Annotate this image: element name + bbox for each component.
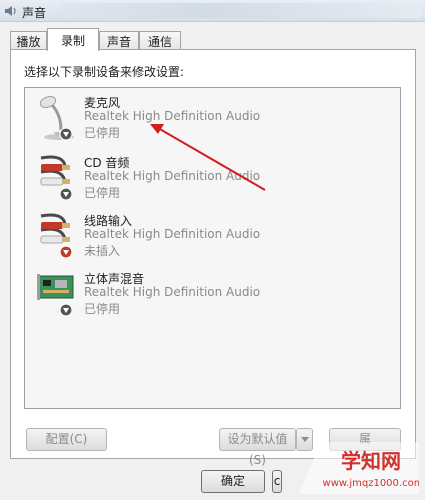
tab-communications[interactable]: 通信 bbox=[139, 31, 181, 50]
recording-panel: 选择以下录制设备来修改设置: 麦克风 Realtek High Definiti… bbox=[10, 49, 416, 467]
device-item-cd-audio[interactable]: CD 音频 Realtek High Definition Audio 已停用 bbox=[25, 152, 395, 210]
ok-button[interactable]: 确定 bbox=[201, 470, 265, 493]
device-status: 未插入 bbox=[84, 244, 121, 258]
speaker-icon bbox=[5, 6, 16, 16]
tab-label: 录制 bbox=[60, 34, 85, 48]
tab-label: 通信 bbox=[147, 35, 172, 49]
watermark-logo: 学知网 www.jmqz1000.com bbox=[299, 442, 419, 494]
title-bar-background bbox=[62, 3, 422, 18]
rca-cable-icon bbox=[40, 213, 73, 259]
device-item-microphone[interactable]: 麦克风 Realtek High Definition Audio 已停用 bbox=[25, 92, 395, 150]
device-driver: Realtek High Definition Audio bbox=[84, 285, 261, 299]
device-status: 已停用 bbox=[84, 126, 121, 140]
watermark-url: www.jmqz1000.com bbox=[323, 478, 419, 489]
title-bar: 声音 bbox=[0, 0, 425, 22]
device-status: 已停用 bbox=[84, 186, 121, 200]
cancel-button[interactable]: c bbox=[272, 470, 282, 493]
device-driver: Realtek High Definition Audio bbox=[84, 169, 261, 183]
device-item-stereo-mix[interactable]: 立体声混音 Realtek High Definition Audio 已停用 bbox=[25, 268, 395, 326]
device-driver: Realtek High Definition Audio bbox=[84, 227, 261, 241]
window-title: 声音 bbox=[22, 6, 47, 20]
tab-playback[interactable]: 播放 bbox=[10, 31, 47, 50]
device-status: 已停用 bbox=[84, 302, 121, 316]
tab-recording[interactable]: 录制 bbox=[47, 28, 99, 51]
tab-label: 播放 bbox=[16, 35, 41, 49]
device-driver: Realtek High Definition Audio bbox=[84, 109, 261, 123]
tab-sounds[interactable]: 声音 bbox=[99, 31, 139, 50]
watermark-brand: 学知网 bbox=[341, 449, 401, 473]
sound-card-icon bbox=[37, 274, 74, 317]
set-default-button[interactable]: 设为默认值(S) bbox=[219, 428, 296, 467]
device-item-line-in[interactable]: 线路输入 Realtek High Definition Audio 未插入 bbox=[25, 210, 395, 268]
tab-label: 声音 bbox=[106, 35, 131, 49]
microphone-icon bbox=[39, 96, 74, 141]
device-list: 麦克风 Realtek High Definition Audio 已停用 CD… bbox=[24, 87, 401, 409]
configure-button[interactable]: 配置(C) bbox=[26, 428, 107, 451]
instruction-text: 选择以下录制设备来修改设置: bbox=[24, 65, 185, 79]
rca-cable-icon bbox=[40, 155, 73, 201]
